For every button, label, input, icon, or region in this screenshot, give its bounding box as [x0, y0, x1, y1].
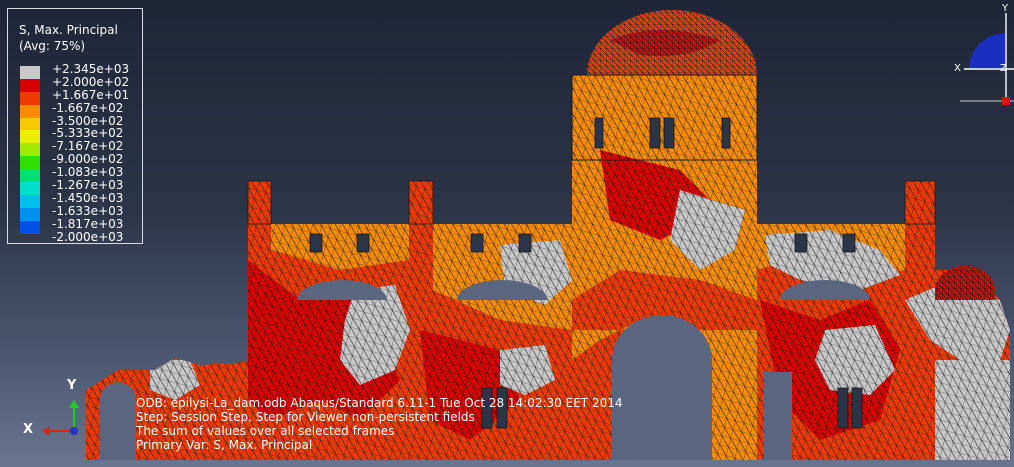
step-info-line: Step: Session Step, Step for Viewer non-… [136, 410, 475, 424]
legend-value: -1.817e+03 [52, 216, 124, 231]
orient-x-label: X [954, 63, 961, 74]
triad-y-label: Y [67, 378, 77, 393]
frames-info-line: The sum of values over all selected fram… [136, 424, 395, 438]
legend-value: +2.345e+03 [52, 62, 130, 76]
orientation-triad: Y X Z [950, 3, 1014, 113]
legend-swatch [20, 104, 40, 118]
model-viewport[interactable]: S, Max. Principal (Avg: 75%) +2.345e+03 +… [0, 0, 1014, 467]
legend-swatch [20, 207, 40, 221]
legend-swatch [20, 78, 40, 92]
legend-value: -5.333e+02 [52, 126, 124, 141]
odb-info-line: ODB: epilysi-La_dam.odb Abaqus/Standard … [136, 396, 623, 410]
legend-swatch [20, 156, 40, 170]
legend-value: -3.500e+02 [52, 113, 124, 128]
orient-z-label: Z [1000, 63, 1007, 74]
legend-swatch [20, 130, 40, 144]
legend-swatch [20, 66, 40, 79]
legend-value: -2.000e+03 [52, 229, 124, 244]
legend-value: -7.167e+02 [52, 139, 124, 154]
legend-swatch [20, 194, 40, 208]
legend-averaging: (Avg: 75%) [19, 39, 86, 53]
legend-swatch [20, 91, 40, 105]
viewport-status-text: ODB: epilysi-La_dam.odb Abaqus/Standard … [136, 396, 622, 452]
primary-var-line: Primary Var: S, Max. Principal [136, 438, 313, 452]
orient-y-label: Y [1002, 3, 1009, 14]
legend-swatch [20, 220, 40, 234]
legend-value: -1.450e+03 [52, 190, 124, 205]
triad-x-label: X [23, 422, 34, 437]
legend-swatch [20, 169, 40, 183]
view-triad: Y X [20, 376, 90, 441]
legend-value: -1.083e+03 [52, 165, 124, 180]
legend-value: +1.667e+01 [52, 87, 130, 102]
legend-value: -1.633e+03 [52, 203, 124, 218]
contour-legend: S, Max. Principal (Avg: 75%) +2.345e+03 +… [7, 8, 143, 244]
legend-value: +2.000e+02 [52, 74, 130, 89]
legend-title: S, Max. Principal [19, 23, 118, 37]
legend-value: -9.000e+02 [52, 152, 124, 167]
legend-swatch [20, 182, 40, 196]
legend-value: -1.267e+03 [52, 178, 124, 193]
legend-swatch [20, 143, 40, 157]
legend-swatch [20, 117, 40, 131]
legend-value: -1.667e+02 [52, 100, 124, 115]
